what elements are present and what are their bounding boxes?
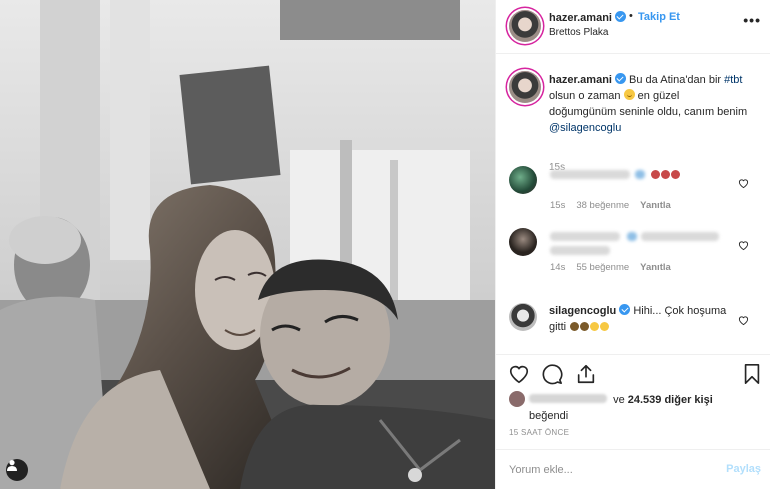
likes-conjunction: ve [613,394,625,406]
comment-meta: 14s 55 beğenme Yanıtla [550,262,682,273]
avatar[interactable] [509,391,525,407]
emoji-icon [580,322,590,331]
like-heart-icon[interactable] [508,363,530,385]
follow-button[interactable]: Takip Et [638,11,680,23]
person-icon [7,460,17,471]
comment-likes[interactable]: 55 beğenme [576,262,629,273]
avatar[interactable] [509,228,537,256]
heart-icon[interactable] [738,240,749,251]
hashtag-link[interactable]: #tbt [724,74,742,86]
comment-bubble-icon[interactable] [541,363,563,385]
post-comment-button[interactable]: Paylaş [726,463,761,475]
comment-time[interactable]: 15s [550,200,565,211]
emoji-icon [590,322,600,331]
avatar[interactable] [509,166,537,194]
blurred-username [550,232,620,241]
emoji-icon [661,170,670,179]
user-tag-button[interactable] [6,459,28,481]
blurred-username [529,394,607,403]
reply-button[interactable]: Yanıtla [640,262,671,273]
verified-badge-icon [635,170,645,179]
comment-meta: 15s 38 beğenme Yanıtla [550,200,682,211]
emoji-icon [570,322,580,331]
comment-input[interactable] [509,462,709,478]
action-bar [496,354,770,394]
post-header: hazer.amani • Takip Et Brettos Plaka ••• [496,0,770,54]
comment-time[interactable]: 14s [550,262,565,273]
likes-suffix: beğendi [529,410,569,422]
add-comment-section: Paylaş [496,449,770,489]
heart-icon[interactable] [738,178,749,189]
blurred-comment-text [550,246,610,255]
emoji-icon [600,322,610,331]
location-link[interactable]: Brettos Plaka [549,27,608,38]
post-timestamp[interactable]: 15 SAAT ÖNCE [509,428,569,437]
more-options-icon[interactable]: ••• [743,12,761,28]
comment-username[interactable]: silagencoglu [549,305,616,317]
post-photo[interactable] [0,0,495,489]
list-item: silagencoglu Hihi... Çok hoşuma gitti [509,303,759,353]
blurred-comment-text [641,232,719,241]
likes-count-link[interactable]: 24.539 diğer kişi [628,394,713,406]
verified-badge-icon [627,232,637,241]
verified-badge-icon [614,73,626,84]
photo-illustration [0,0,495,489]
separator-dot: • [629,10,633,22]
caption-username[interactable]: hazer.amani [549,74,612,86]
mention-link[interactable]: @silagencoglu [549,122,621,134]
avatar[interactable] [509,303,537,331]
comment-text: silagencoglu Hihi... Çok hoşuma gitti [549,303,734,335]
caption-text-2: olsun o zaman [549,90,621,102]
header-username[interactable]: hazer.amani [549,11,626,24]
bookmark-icon[interactable] [742,363,762,385]
heart-icon[interactable] [738,315,749,326]
comments-list[interactable]: hazer.amani Bu da Atina'dan bir #tbt ols… [496,54,770,354]
smile-emoji-icon [623,89,635,100]
list-item: 15s 38 beğenme Yanıtla [509,166,759,216]
share-icon[interactable] [575,363,597,385]
caption-avatar[interactable] [509,71,541,103]
post-side-panel: hazer.amani • Takip Et Brettos Plaka •••… [495,0,770,489]
username-text[interactable]: hazer.amani [549,12,612,24]
emoji-icon [671,170,680,179]
avatar[interactable] [509,10,541,42]
emoji-icon [651,170,660,179]
caption-text: hazer.amani Bu da Atina'dan bir #tbt ols… [549,72,749,136]
caption-text-1: Bu da Atina'dan bir [629,74,722,86]
verified-badge-icon [619,304,631,315]
reply-button[interactable]: Yanıtla [640,200,671,211]
list-item: 14s 55 beğenme Yanıtla [509,228,759,278]
comment-likes[interactable]: 38 beğenme [576,200,629,211]
verified-badge-icon [614,11,626,22]
blurred-username [550,170,630,179]
likes-summary: ve 24.539 diğer kişi beğendi [509,391,764,424]
